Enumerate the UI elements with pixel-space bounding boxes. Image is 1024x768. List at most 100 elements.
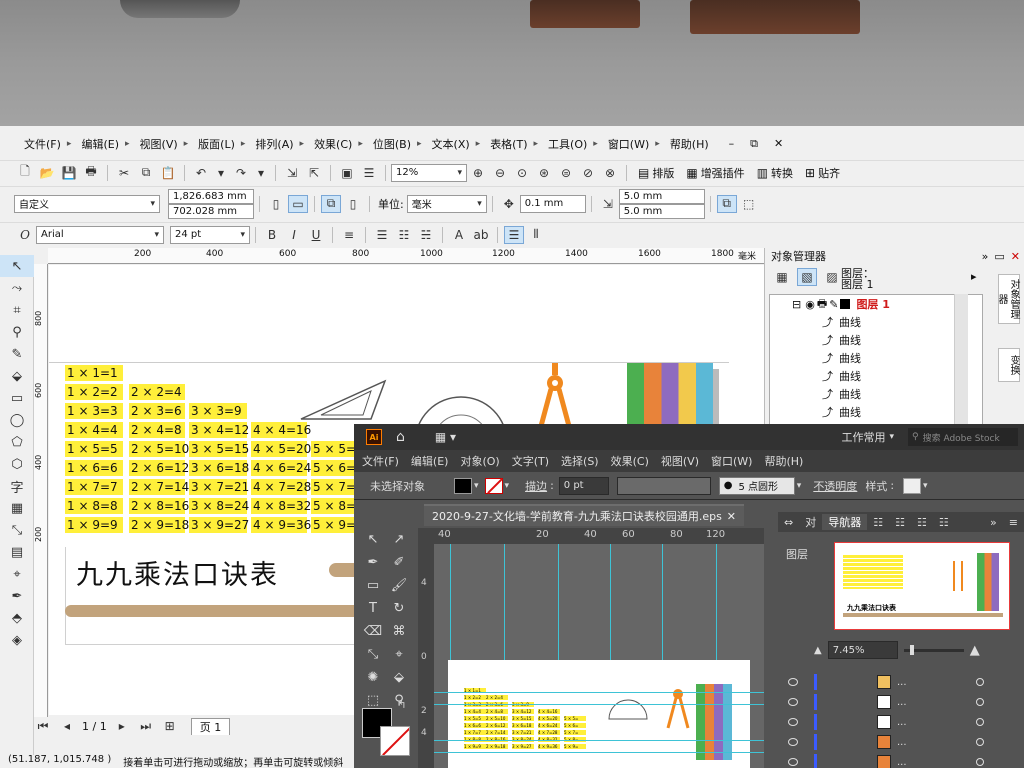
ai-menu-type[interactable]: 文字(T)	[512, 453, 549, 469]
visibility-eye-icon[interactable]	[788, 718, 798, 726]
printer-icon[interactable]: 🖶	[817, 295, 827, 314]
side-tab-object-manager[interactable]: 对象管理器	[996, 274, 1020, 324]
smart-fill-icon[interactable]: ⬙	[0, 365, 34, 387]
fill-swatch[interactable]	[454, 477, 472, 494]
menu-help[interactable]: 帮助(H)	[664, 136, 715, 152]
layout-button[interactable]: ▤ 排版	[638, 165, 674, 181]
text-align-icon[interactable]: ≡	[339, 226, 359, 244]
menu-file[interactable]: 文件(F)	[18, 136, 67, 152]
eyedropper-tool-icon[interactable]: ⌖	[0, 563, 34, 585]
menu-arrange[interactable]: 排列(A)	[249, 136, 299, 152]
target-circle-icon[interactable]	[976, 758, 984, 766]
import-icon[interactable]: ⇲	[282, 164, 302, 182]
panel-tab-icon-2[interactable]: ☷	[889, 516, 911, 529]
last-page-icon[interactable]: ⏭	[138, 717, 154, 735]
home-icon[interactable]: ⌂	[396, 429, 405, 445]
object-row-curve[interactable]: ⤴ 曲线	[770, 331, 982, 349]
drop-cap-icon[interactable]: ☷	[394, 226, 414, 244]
page-height-field[interactable]: 702.028 mm	[168, 203, 254, 219]
current-page-icon[interactable]: ▯	[343, 195, 363, 213]
save-icon[interactable]: 💾	[59, 164, 79, 182]
ai-menu-effect[interactable]: 效果(C)	[611, 453, 649, 469]
new-icon[interactable]: 🗋	[15, 164, 35, 182]
first-page-icon[interactable]: ⏮	[35, 717, 51, 735]
object-row-curve[interactable]: ⤴ 曲线	[770, 349, 982, 367]
ai-menu-view[interactable]: 视图(V)	[661, 453, 699, 469]
zoom-in-mountain-icon[interactable]: ▲	[970, 643, 980, 658]
ai-artboard-area[interactable]: 1 × 1=11 × 2=22 × 2=41 × 3=32 × 3=63 × 3…	[434, 544, 764, 768]
ai-menu-object[interactable]: 对象(O)	[460, 453, 499, 469]
panel-menu-icon[interactable]: ≡	[1003, 516, 1024, 529]
visibility-eye-icon[interactable]	[788, 698, 798, 706]
zoom-out-mountain-icon[interactable]: ▲	[814, 645, 822, 656]
interactive-fill-icon[interactable]: ◈	[0, 629, 34, 651]
restore-icon[interactable]: ⧉	[750, 137, 758, 151]
minimize-icon[interactable]: –	[729, 137, 735, 151]
layer-row[interactable]: ...	[778, 692, 1024, 712]
redo-icon[interactable]: ↷	[231, 164, 251, 182]
snap-button[interactable]: ⊞ 贴齐	[805, 165, 840, 181]
document-tab[interactable]: 2020-9-27-文化墙-学前教育-九九乘法口诀表校园通用.eps ✕	[424, 504, 744, 526]
open-icon[interactable]: 📂	[37, 164, 57, 182]
outline-pen-icon[interactable]: ✒	[0, 585, 34, 607]
zoom-in-icon[interactable]: ⊕	[468, 164, 488, 182]
zoom-page-icon[interactable]: ⊜	[556, 164, 576, 182]
page-border-icon[interactable]: ⬚	[739, 195, 759, 213]
close-document-icon[interactable]: ✕	[727, 510, 736, 523]
undo-dropdown-icon[interactable]: ▾	[213, 164, 229, 182]
ai-menu-window[interactable]: 窗口(W)	[711, 453, 752, 469]
text-tool-icon[interactable]: 字	[0, 475, 34, 497]
side-tab-transform[interactable]: 变换	[998, 348, 1020, 382]
visibility-eye-icon[interactable]	[788, 758, 798, 766]
ai-symbol-sprayer-icon[interactable]: ✺	[360, 666, 386, 689]
redo-dropdown-icon[interactable]: ▾	[253, 164, 269, 182]
fill-tool-icon[interactable]: ⬘	[0, 607, 34, 629]
panel-expand-icon[interactable]: »	[984, 516, 1003, 529]
ai-menu-edit[interactable]: 编辑(E)	[411, 453, 449, 469]
ai-type-tool-icon[interactable]: T	[360, 597, 386, 620]
docker-expand-icon[interactable]: »	[982, 250, 989, 263]
ai-scale-tool-icon[interactable]: ⤡	[360, 643, 386, 666]
menu-effects[interactable]: 效果(C)	[308, 136, 358, 152]
next-page-icon[interactable]: ▸	[114, 717, 130, 735]
panel-collapse-icon[interactable]: ⇔	[778, 516, 799, 529]
object-row-curve[interactable]: ⤴ 曲线	[770, 367, 982, 385]
vertical-text-icon[interactable]: ⦀	[526, 226, 546, 244]
brush-definition-select[interactable]: ● 5 点圆形	[718, 476, 795, 495]
docker-minimize-icon[interactable]: ▭	[994, 250, 1004, 263]
prev-page-icon[interactable]: ◂	[59, 717, 75, 735]
nudge-field[interactable]: 0.1 mm	[519, 194, 586, 213]
cut-icon[interactable]: ✂	[114, 164, 134, 182]
treat-as-filled-icon[interactable]: ⧉	[716, 194, 737, 213]
close-icon[interactable]: ✕	[774, 137, 783, 151]
target-circle-icon[interactable]	[976, 698, 984, 706]
edit-text-icon[interactable]: ab	[471, 226, 491, 244]
rectangle-tool-icon[interactable]: ▭	[0, 387, 34, 409]
zoom-height-icon[interactable]: ⊗	[600, 164, 620, 182]
target-circle-icon[interactable]	[976, 738, 984, 746]
publish-pdf-icon[interactable]: ▣	[337, 164, 357, 182]
zoom-tool-icon[interactable]: ⚲	[0, 321, 34, 343]
layer-row[interactable]: ...	[778, 732, 1024, 752]
page-tab-1[interactable]: 页 1	[190, 717, 231, 735]
horizontal-text-icon[interactable]: ☰	[504, 225, 524, 244]
polygon-tool-icon[interactable]: ⬠	[0, 431, 34, 453]
export-icon[interactable]: ⇱	[304, 164, 324, 182]
convert-button[interactable]: ▥ 转换	[757, 165, 793, 181]
copy-icon[interactable]: ⧉	[136, 164, 156, 182]
menu-edit[interactable]: 编辑(E)	[75, 136, 125, 152]
menu-layout[interactable]: 版面(L)	[192, 136, 241, 152]
menu-bitmap[interactable]: 位图(B)	[367, 136, 417, 152]
docker-close-icon[interactable]: ✕	[1011, 250, 1020, 263]
layers-label[interactable]: 图层	[786, 546, 808, 562]
menu-table[interactable]: 表格(T)	[484, 136, 533, 152]
duplicate-y-field[interactable]: 5.0 mm	[618, 203, 705, 219]
layer-row[interactable]: ...	[778, 712, 1024, 732]
layer-row[interactable]: ⊟ ◉ 🖶 ✎ 图层 1	[770, 295, 982, 313]
bold-icon[interactable]: B	[262, 226, 282, 244]
paste-icon[interactable]: 📋	[158, 164, 178, 182]
stock-search-field[interactable]: ⚲ 搜索 Adobe Stock	[908, 428, 1018, 446]
ai-curvature-tool-icon[interactable]: ✐	[386, 551, 412, 574]
ai-rotate-tool-icon[interactable]: ↻	[386, 597, 412, 620]
undo-icon[interactable]: ↶	[191, 164, 211, 182]
